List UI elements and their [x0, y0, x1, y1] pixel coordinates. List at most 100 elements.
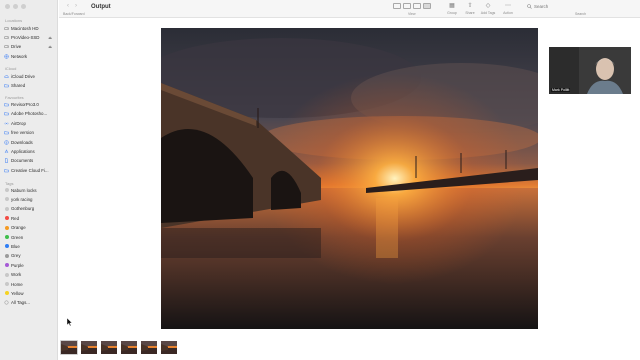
- tag-color-dot: [4, 216, 9, 221]
- sidebar-item-adobe-photosho[interactable]: Adobe Photosho...: [4, 110, 54, 118]
- network-icon: [4, 54, 9, 59]
- sidebar-tag-red[interactable]: Red: [4, 214, 54, 222]
- window-controls: [5, 4, 26, 9]
- sidebar-tag-green[interactable]: Green: [4, 233, 54, 241]
- sidebar-item-label: Red: [11, 215, 20, 221]
- sidebar-tag-work[interactable]: Work: [4, 271, 54, 279]
- drive-icon: [4, 45, 9, 49]
- sidebar-item-icon: [4, 111, 9, 116]
- share-icon: ⇧: [467, 3, 473, 9]
- drive-icon: [4, 36, 9, 39]
- sidebar-item-network[interactable]: Network: [4, 52, 54, 60]
- tag-color-dot: [4, 225, 9, 230]
- sidebar-item-icon: [4, 158, 9, 164]
- search-icon: [527, 4, 532, 9]
- sidebar-item-macintosh-hd[interactable]: Macintosh HD: [4, 24, 54, 32]
- webcam-overlay: Mark Pollitt: [549, 47, 631, 94]
- folder-icon: [4, 112, 9, 116]
- thumbnail-item[interactable]: [160, 340, 178, 355]
- tag-color-dot: [4, 253, 9, 258]
- search-field[interactable]: [527, 3, 627, 10]
- action-caption: Action: [503, 11, 513, 15]
- window-title: Output: [91, 4, 111, 10]
- back-arrow-icon[interactable]: ‹: [67, 3, 69, 9]
- documents-icon: [5, 158, 8, 164]
- list-view-button[interactable]: [403, 3, 411, 9]
- sidebar-item-creative-cloud-fi[interactable]: Creative Cloud Fi...: [4, 166, 54, 174]
- sidebar-item-icon: [4, 168, 9, 173]
- webcam-name-label: Mark Pollitt: [551, 88, 571, 92]
- sidebar-tag-yellow[interactable]: Yellow: [4, 289, 54, 297]
- gallery-view-button[interactable]: [423, 3, 431, 9]
- forward-arrow-icon[interactable]: ›: [75, 3, 77, 9]
- preview-image[interactable]: [161, 28, 538, 329]
- zoom-window-button[interactable]: [21, 4, 26, 9]
- search-input[interactable]: [534, 4, 614, 9]
- cloud-icon: [4, 74, 9, 78]
- sidebar-item-applications[interactable]: Applications: [4, 148, 54, 156]
- sidebar-item-label: Applications: [11, 149, 35, 154]
- close-window-button[interactable]: [5, 4, 10, 9]
- ellipsis-icon: ⋯: [505, 3, 511, 9]
- sidebar-tag-grey[interactable]: Grey: [4, 252, 54, 260]
- airdrop-icon: [4, 122, 9, 125]
- tag-color-dot: [4, 235, 9, 240]
- group-icon: ▦: [449, 3, 455, 9]
- sidebar-item-icon: [4, 149, 9, 154]
- tag-color-dot: [4, 272, 9, 277]
- sidebar-item-label: Gothenburg: [11, 206, 35, 212]
- sidebar-item-documents[interactable]: Documents: [4, 157, 54, 165]
- sidebar-item-drive[interactable]: Drive ⏏: [4, 43, 54, 51]
- sidebar-tag-orange[interactable]: Orange: [4, 224, 54, 232]
- sidebar-tag-naburn-locks[interactable]: Naburn locks: [4, 186, 54, 194]
- minimize-window-button[interactable]: [13, 4, 18, 9]
- sidebar-item-icon: [4, 83, 9, 88]
- share-caption: Share: [465, 11, 475, 15]
- downloads-icon: [4, 139, 9, 145]
- view-mode-group: [393, 3, 431, 9]
- sidebar-tag-gothenburg[interactable]: Gothenburg: [4, 205, 54, 213]
- sidebar-item-free-version[interactable]: free version: [4, 129, 54, 137]
- all-tags-icon: [4, 300, 9, 305]
- sidebar-item-label: Home: [11, 281, 23, 287]
- search-caption: Search: [575, 12, 587, 16]
- sidebar-item-airdrop[interactable]: AirDrop: [4, 119, 54, 127]
- sidebar-item-icloud-drive[interactable]: iCloud Drive: [4, 72, 54, 80]
- sidebar-item-label: Drive: [11, 44, 22, 50]
- share-button[interactable]: ⇧ Share: [461, 3, 479, 15]
- eject-icon[interactable]: ⏏: [48, 35, 52, 40]
- sidebar-item-label: All Tags...: [11, 300, 30, 306]
- thumbnail-item[interactable]: [120, 340, 138, 355]
- sidebar-item-label: ProVideo-SSD: [11, 34, 40, 40]
- group-button[interactable]: ▦ Group: [443, 3, 461, 15]
- sidebar-item-label: Creative Cloud Fi...: [11, 167, 49, 173]
- sidebar-item-label: Network: [11, 53, 28, 59]
- sidebar-tag-home[interactable]: Home: [4, 280, 54, 288]
- sidebar-item-icon: [4, 54, 9, 59]
- sidebar-item-label: Macintosh HD: [11, 25, 39, 31]
- sidebar-item-provideo-ssd[interactable]: ProVideo-SSD ⏏: [4, 33, 54, 41]
- eject-icon[interactable]: ⏏: [48, 44, 52, 49]
- thumbnail-item[interactable]: [80, 340, 98, 355]
- sidebar-item-icon: [4, 35, 9, 40]
- add-tags-button[interactable]: ◇ Add Tags: [479, 3, 497, 15]
- action-button[interactable]: ⋯ Action: [499, 3, 517, 15]
- sidebar-item-shared[interactable]: Shared: [4, 81, 54, 89]
- sidebar-item-label: Grey: [11, 253, 21, 259]
- sidebar-item-label: Purple: [11, 262, 24, 268]
- sidebar-tag-blue[interactable]: Blue: [4, 242, 54, 250]
- sidebar-item-revisorpro3-0[interactable]: RevisorPro3.0: [4, 101, 54, 109]
- column-view-button[interactable]: [413, 3, 421, 9]
- sidebar-tag-purple[interactable]: Purple: [4, 261, 54, 269]
- sidebar-item-downloads[interactable]: Downloads: [4, 138, 54, 146]
- thumbnail-item[interactable]: [100, 340, 118, 355]
- thumbnail-item[interactable]: [60, 340, 78, 355]
- sidebar-tag-york-racing[interactable]: york racing: [4, 195, 54, 203]
- nav-arrows: ‹ ›: [67, 3, 77, 9]
- applications-icon: [4, 149, 9, 154]
- sidebar-tag-all-tags[interactable]: All Tags...: [4, 299, 54, 307]
- sidebar-item-label: Downloads: [11, 139, 33, 145]
- thumbnail-item[interactable]: [140, 340, 158, 355]
- icon-view-button[interactable]: [393, 3, 401, 9]
- tag-color-dot: [4, 197, 9, 202]
